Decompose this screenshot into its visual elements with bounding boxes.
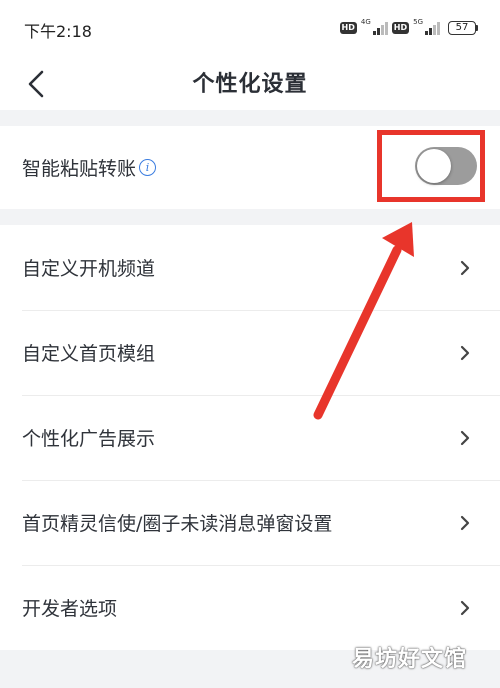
network-type-label-2: 5G (413, 18, 423, 26)
nav-bar: 个性化设置 (0, 58, 500, 110)
status-time: 下午2:18 (24, 22, 92, 41)
menu-item-personalized-ads[interactable]: 个性化广告展示 (0, 395, 500, 480)
settings-menu: 自定义开机频道 自定义首页模组 个性化广告展示 首页精灵信使/圈子未读消息弹窗设… (0, 225, 500, 650)
menu-item-custom-home-module[interactable]: 自定义首页模组 (0, 310, 500, 395)
battery-level: 57 (448, 21, 476, 35)
chevron-right-icon (458, 429, 472, 447)
info-icon[interactable]: i (139, 159, 157, 176)
signal-icon (372, 21, 388, 35)
hd-badge-2: HD (391, 22, 410, 34)
status-icons: HD 4G HD 5G 57 (339, 18, 478, 38)
menu-item-label: 个性化广告展示 (22, 428, 156, 450)
menu-item-custom-boot-channel[interactable]: 自定义开机频道 (0, 225, 500, 310)
menu-item-label: 自定义首页模组 (22, 343, 156, 365)
chevron-right-icon (458, 514, 472, 532)
toggle-knob (417, 149, 451, 183)
network-type-label: 4G (360, 18, 371, 26)
chevron-right-icon (458, 344, 472, 362)
menu-item-developer-options[interactable]: 开发者选项 (0, 565, 500, 650)
smart-paste-card: 智能粘贴转账 i (0, 126, 500, 209)
menu-item-label: 首页精灵信使/圈子未读消息弹窗设置 (22, 513, 333, 535)
menu-item-label: 开发者选项 (22, 598, 118, 620)
smart-paste-row: 智能粘贴转账 i (0, 126, 500, 209)
battery-icon: 57 (448, 21, 478, 35)
chevron-right-icon (458, 599, 472, 617)
menu-item-label: 自定义开机频道 (22, 258, 156, 280)
menu-item-popup-settings[interactable]: 首页精灵信使/圈子未读消息弹窗设置 (0, 480, 500, 565)
status-bar: 下午2:18 HD 4G HD 5G 57 (0, 0, 500, 58)
battery-tip (476, 25, 478, 31)
chevron-right-icon (458, 259, 472, 277)
hd-badge: HD (339, 22, 357, 34)
watermark: 易坊好文馆 (352, 647, 468, 672)
signal-icon-2 (425, 21, 440, 35)
smart-paste-label: 智能粘贴转账 (22, 158, 137, 180)
smart-paste-toggle[interactable] (415, 147, 477, 185)
page-title: 个性化设置 (192, 72, 308, 97)
